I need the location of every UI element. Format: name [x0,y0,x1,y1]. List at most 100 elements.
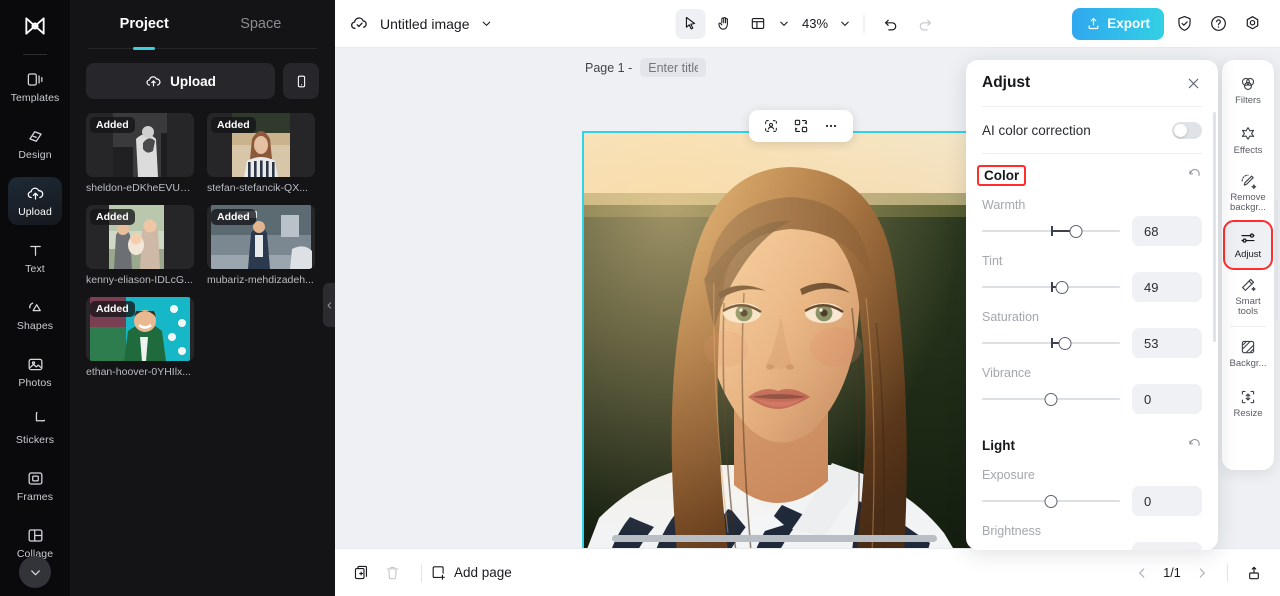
cursor-select-tool[interactable] [674,8,705,39]
media-thumbnail[interactable]: Added [207,205,315,269]
hand-pan-icon [718,16,728,30]
saturation-slider-knob[interactable] [1058,337,1072,350]
sidebar-item-photos[interactable]: Photos [8,348,62,396]
close-panel-button[interactable] [1185,75,1202,92]
replace-media-button[interactable] [787,113,815,139]
right-tool-remove-background[interactable]: Remove backgr... [1225,168,1271,218]
export-page-icon [1249,566,1259,579]
export-page-button[interactable] [1246,565,1262,581]
light-reset-button[interactable] [1187,438,1202,453]
settings-gear-icon[interactable] [1238,10,1266,38]
redo-icon [919,19,931,31]
add-page-button[interactable]: Add page [430,564,512,581]
right-rail-divider [1230,325,1266,327]
layout-chevron-down-icon[interactable] [777,17,790,30]
sidebar-item-shapes[interactable]: Shapes [8,291,62,339]
media-thumbnail[interactable]: Added [86,297,194,361]
scrollbar-thumb[interactable] [612,535,937,542]
panel-collapse-handle[interactable] [323,283,335,327]
page-title-input[interactable] [640,58,707,77]
cloud-saved-icon [349,13,370,34]
track-origin-tick [1051,226,1053,236]
duplicate-page-button[interactable] [353,564,370,581]
sidebar-item-upload[interactable]: Upload [8,177,62,225]
exposure-slider-knob[interactable] [1044,495,1058,508]
hand-pan-tool[interactable] [709,9,739,39]
tint-value[interactable]: 49 [1132,272,1202,302]
tab-space[interactable]: Space [203,0,320,48]
chevron-left-icon [327,301,332,309]
document-title[interactable]: Untitled image [380,16,470,32]
sidebar-more-chevron-down-icon[interactable] [19,556,51,588]
media-name: kenny-eliason-IDLcG... [86,274,193,286]
adjust-panel-scrollbar[interactable] [1213,112,1216,342]
artboard-selected-image[interactable] [582,131,976,585]
exposure-slider[interactable] [982,493,1120,509]
export-button[interactable]: Export [1072,7,1164,40]
exposure-value[interactable]: 0 [1132,486,1202,516]
document-title-chevron-down-icon[interactable] [480,17,493,30]
color-reset-button[interactable] [1187,168,1202,183]
right-tool-effects[interactable]: Effects [1225,118,1271,164]
media-item[interactable]: Added stefan-stefancik-QX... [207,113,315,194]
media-thumbnail-grid: Added sheldon-eDKheEVU4... Added stefan-… [70,109,335,382]
media-thumbnail[interactable]: Added [86,205,194,269]
vibrance-value[interactable]: 0 [1132,384,1202,414]
remove-bg-icon [1241,174,1257,190]
help-question-icon[interactable] [1204,10,1232,38]
tint-slider[interactable] [982,279,1120,295]
next-page-button[interactable] [1195,566,1209,580]
sidebar-item-design[interactable]: Design [8,120,62,168]
add-page-icon [432,566,445,580]
brightness-value[interactable]: 0 [1132,542,1202,550]
right-tool-background[interactable]: Backgr... [1225,331,1271,377]
sidebar-item-frames[interactable]: Frames [8,462,62,510]
ai-color-correction-toggle[interactable] [1172,121,1202,139]
right-tool-adjust[interactable]: Adjust [1223,219,1273,270]
vibrance-slider[interactable] [982,391,1120,407]
media-item[interactable]: Added ethan-hoover-0YHIlx... [86,297,194,378]
delete-page-button[interactable] [384,564,401,581]
cutout-subject-button[interactable] [757,113,785,139]
sidebar-item-text[interactable]: Text [8,234,62,282]
media-item[interactable]: Added sheldon-eDKheEVU4... [86,113,194,194]
tint-slider-knob[interactable] [1055,281,1069,294]
media-item[interactable]: Added kenny-eliason-IDLcG... [86,205,194,286]
status-badge: Added [90,301,135,317]
tab-project[interactable]: Project [86,0,203,48]
warmth-slider[interactable] [982,223,1120,239]
redo-button[interactable] [910,9,940,39]
undo-button[interactable] [876,9,906,39]
right-tool-label: Resize [1233,408,1263,420]
sidebar-item-stickers[interactable]: Stickers [8,405,62,453]
layout-panels-tool[interactable] [743,9,773,39]
saturation-value[interactable]: 53 [1132,328,1202,358]
right-tool-resize[interactable]: Resize [1225,381,1271,427]
replace-media-icon [794,119,808,133]
media-thumbnail[interactable]: Added [86,113,194,177]
right-tool-filters[interactable]: Filters [1225,68,1271,114]
capcut-logo-icon[interactable] [0,0,70,52]
sidebar-item-templates[interactable]: Templates [8,63,62,111]
vibrance-slider-knob[interactable] [1044,393,1058,406]
right-tool-smart-tools[interactable]: Smart tools [1225,272,1271,322]
warmth-slider-knob[interactable] [1069,225,1083,238]
brightness-slider[interactable] [982,549,1120,550]
shield-check-icon[interactable] [1170,10,1198,38]
zoom-level-value[interactable]: 43% [802,16,828,31]
status-badge: Added [90,117,135,133]
right-rail-scrollbar[interactable] [1275,200,1278,320]
prev-page-button[interactable] [1135,566,1149,580]
sidebar-label: Templates [10,92,60,104]
saturation-slider[interactable] [982,335,1120,351]
saturation-label: Saturation [982,310,1039,324]
media-thumbnail[interactable]: Added [207,113,315,177]
more-options-button[interactable] [817,113,845,139]
upload-from-phone-button[interactable] [283,63,319,99]
vibrance-slider-row: 0 [982,382,1202,416]
warmth-value[interactable]: 68 [1132,216,1202,246]
zoom-chevron-down-icon[interactable] [838,17,851,30]
upload-button[interactable]: Upload [86,63,275,99]
media-item[interactable]: Added mubariz-mehdizadeh... [207,205,315,286]
toolbar-divider [863,14,865,33]
